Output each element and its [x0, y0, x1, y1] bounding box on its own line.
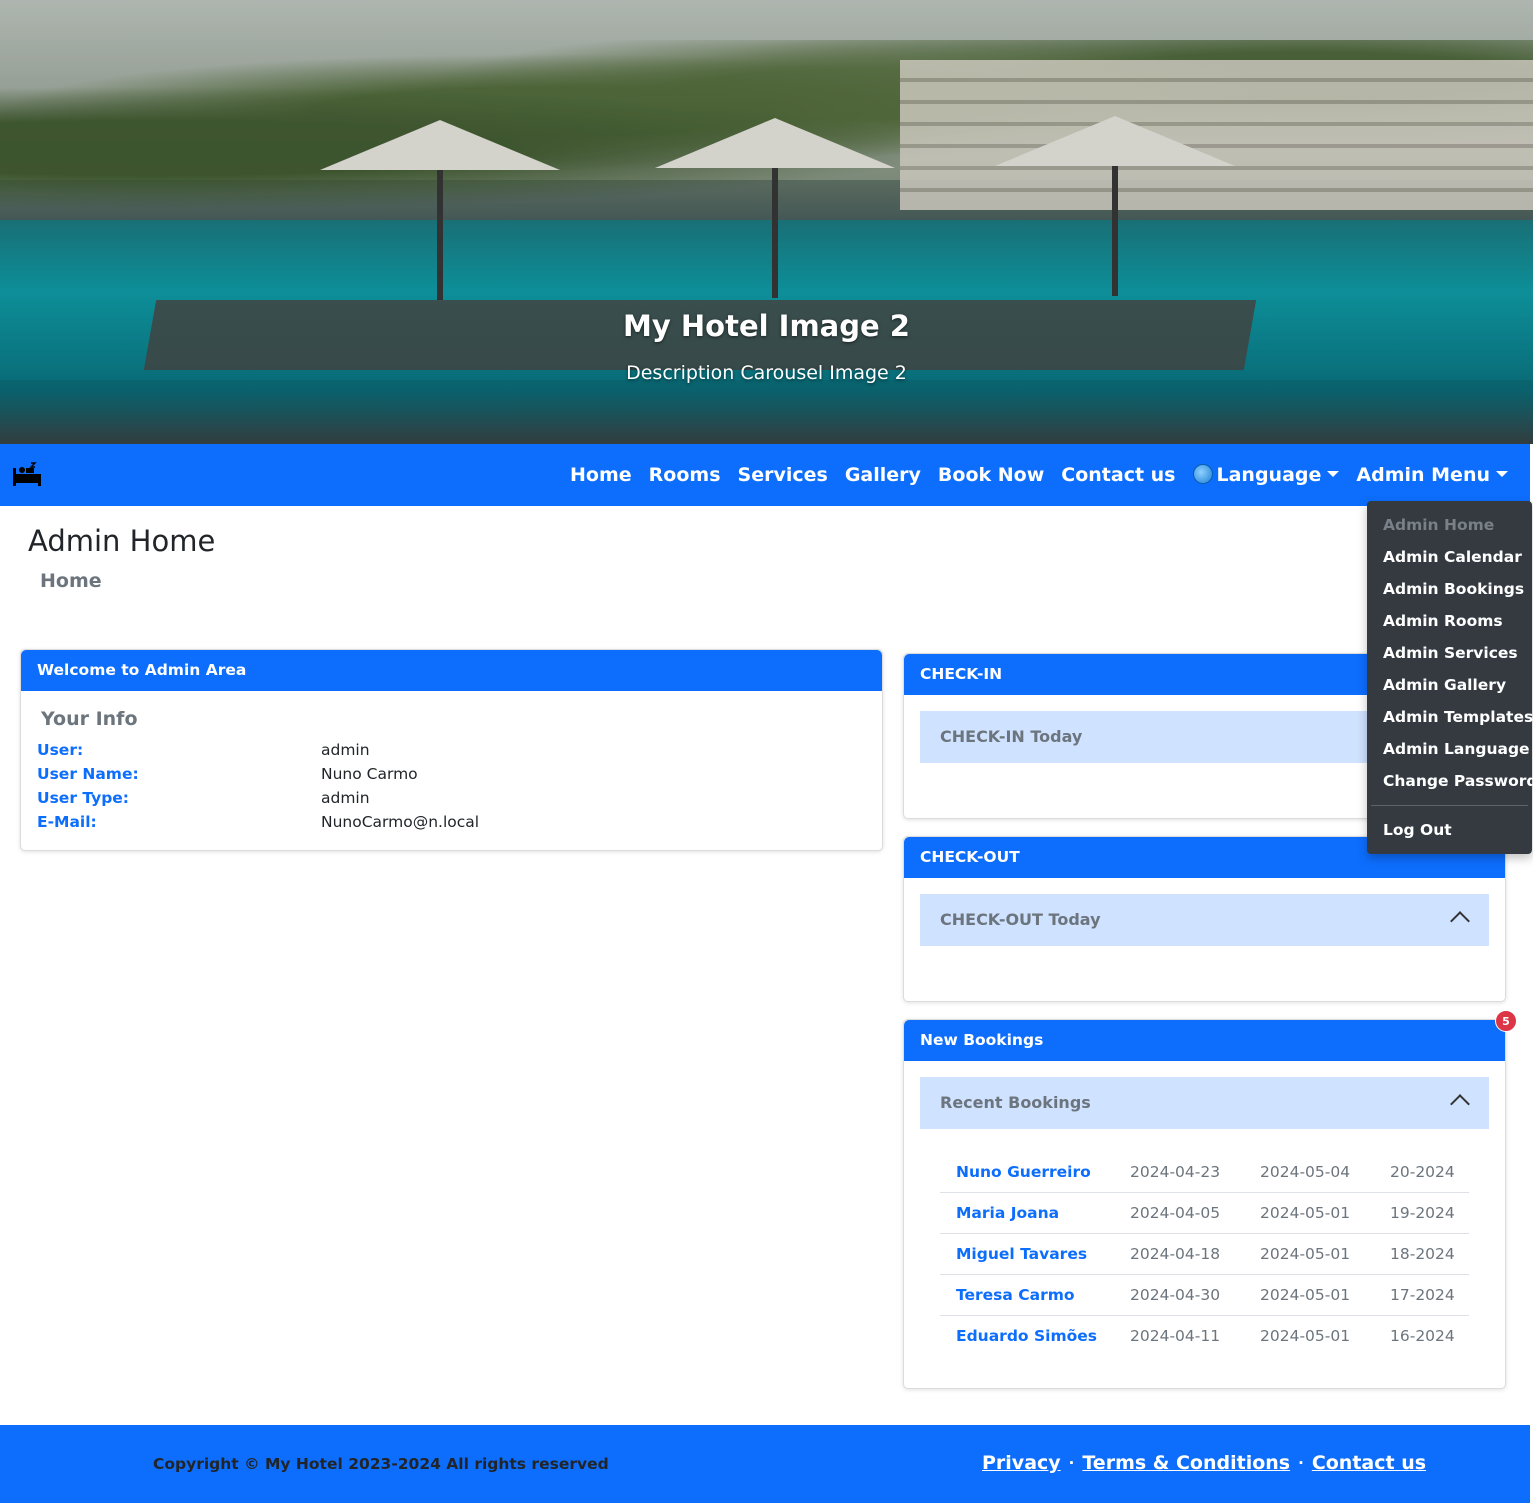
nav-rooms[interactable]: Rooms [649, 464, 721, 486]
booking-row: Eduardo Simões 2024-04-11 2024-05-01 16-… [940, 1316, 1469, 1357]
dropdown-item-admin-bookings[interactable]: Admin Bookings [1383, 580, 1524, 598]
booking-guest-name[interactable]: Eduardo Simões [956, 1327, 1097, 1345]
new-bookings-card: New Bookings 5 Recent Bookings Nuno Guer… [903, 1010, 1517, 1389]
checkout-today-accordion[interactable]: CHECK-OUT Today [920, 894, 1489, 946]
hero-carousel: My Hotel Image 2 Description Carousel Im… [0, 0, 1533, 444]
nav-gallery[interactable]: Gallery [845, 464, 921, 486]
booking-reference: 19-2024 [1390, 1204, 1455, 1222]
breadcrumb[interactable]: Home [40, 570, 102, 592]
admin-menu-toggle[interactable]: Admin Menu [1356, 464, 1508, 486]
footer-links: Privacy · Terms & Conditions · Contact u… [982, 1452, 1426, 1474]
dropdown-item-log-out[interactable]: Log Out [1383, 821, 1452, 839]
footer: Copyright © My Hotel 2023-2024 All right… [0, 1425, 1530, 1503]
info-label: E-Mail: [37, 813, 97, 831]
recent-bookings-list: Nuno Guerreiro 2024-04-23 2024-05-04 20-… [940, 1152, 1469, 1357]
footer-link-terms[interactable]: Terms & Conditions [1082, 1452, 1290, 1474]
booking-checkout-date: 2024-05-01 [1260, 1327, 1351, 1345]
chevron-up-icon [1450, 911, 1470, 931]
language-dropdown-toggle[interactable]: Language [1192, 464, 1340, 486]
chevron-down-icon [1327, 471, 1340, 477]
footer-link-privacy[interactable]: Privacy [982, 1452, 1061, 1474]
footer-separator: · [1068, 1454, 1075, 1472]
language-label: Language [1216, 464, 1322, 486]
admin-dropdown-menu: Admin Home Admin Calendar Admin Bookings… [1367, 501, 1533, 854]
booking-reference: 20-2024 [1390, 1163, 1455, 1181]
dropdown-item-admin-gallery[interactable]: Admin Gallery [1383, 676, 1506, 694]
booking-row: Teresa Carmo 2024-04-30 2024-05-01 17-20… [940, 1275, 1469, 1316]
info-value: admin [321, 789, 370, 807]
booking-row: Miguel Tavares 2024-04-18 2024-05-01 18-… [940, 1234, 1469, 1275]
info-value: NunoCarmo@n.local [321, 813, 480, 831]
dropdown-item-admin-calendar[interactable]: Admin Calendar [1383, 548, 1522, 566]
dropdown-item-admin-services[interactable]: Admin Services [1383, 644, 1518, 662]
booking-reference: 18-2024 [1390, 1245, 1455, 1263]
info-label: User Name: [37, 765, 139, 783]
welcome-card: Welcome to Admin Area Your Info User: ad… [20, 649, 883, 851]
new-bookings-count-badge: 5 [1495, 1010, 1517, 1032]
admin-menu-label: Admin Menu [1356, 464, 1490, 486]
accordion-label: CHECK-OUT Today [940, 910, 1101, 929]
booking-guest-name[interactable]: Miguel Tavares [956, 1245, 1087, 1263]
accordion-label: Recent Bookings [940, 1093, 1091, 1112]
accordion-label: CHECK-IN Today [940, 727, 1083, 746]
welcome-card-header: Welcome to Admin Area [21, 650, 882, 691]
chevron-down-icon [1496, 471, 1508, 477]
dropdown-item-admin-rooms[interactable]: Admin Rooms [1383, 612, 1503, 630]
booking-guest-name[interactable]: Teresa Carmo [956, 1286, 1075, 1304]
checkout-card: CHECK-OUT CHECK-OUT Today [903, 836, 1506, 1002]
dropdown-item-admin-templates[interactable]: Admin Templates [1383, 708, 1533, 726]
nav-services[interactable]: Services [738, 464, 828, 486]
dropdown-item-admin-language[interactable]: Admin Language [1383, 740, 1530, 758]
booking-row: Maria Joana 2024-04-05 2024-05-01 19-202… [940, 1193, 1469, 1234]
recent-bookings-accordion[interactable]: Recent Bookings [920, 1077, 1489, 1129]
info-label: User Type: [37, 789, 130, 807]
booking-checkin-date: 2024-04-23 [1130, 1163, 1221, 1181]
info-value: admin [321, 741, 370, 759]
nav-home[interactable]: Home [570, 464, 632, 486]
info-label: User: [37, 741, 84, 759]
globe-icon [1192, 464, 1213, 484]
booking-checkout-date: 2024-05-01 [1260, 1286, 1351, 1304]
nav-links: Home Rooms Services Gallery Book Now Con… [553, 444, 1508, 506]
booking-guest-name[interactable]: Nuno Guerreiro [956, 1163, 1091, 1181]
booking-checkout-date: 2024-05-04 [1260, 1163, 1351, 1181]
navbar: Home Rooms Services Gallery Book Now Con… [0, 444, 1530, 506]
info-value: Nuno Carmo [321, 765, 418, 783]
page-title: Admin Home [28, 524, 216, 558]
your-info-title: Your Info [41, 708, 138, 730]
nav-book-now[interactable]: Book Now [938, 464, 1044, 486]
booking-guest-name[interactable]: Maria Joana [956, 1204, 1059, 1222]
new-bookings-card-header: New Bookings [904, 1020, 1505, 1061]
hotel-bed-icon[interactable] [12, 462, 42, 488]
booking-checkout-date: 2024-05-01 [1260, 1245, 1351, 1263]
nav-contact-us[interactable]: Contact us [1061, 464, 1175, 486]
footer-link-contact-us[interactable]: Contact us [1312, 1452, 1426, 1474]
booking-checkin-date: 2024-04-30 [1130, 1286, 1221, 1304]
footer-separator: · [1298, 1454, 1304, 1472]
chevron-up-icon [1450, 1094, 1470, 1114]
booking-row: Nuno Guerreiro 2024-04-23 2024-05-04 20-… [940, 1152, 1469, 1193]
copyright-text: Copyright © My Hotel 2023-2024 All right… [153, 1455, 609, 1473]
booking-checkin-date: 2024-04-18 [1130, 1245, 1221, 1263]
carousel-title: My Hotel Image 2 [623, 309, 910, 343]
booking-reference: 16-2024 [1390, 1327, 1455, 1345]
dropdown-divider [1371, 805, 1528, 806]
booking-reference: 17-2024 [1390, 1286, 1455, 1304]
dropdown-item-admin-home[interactable]: Admin Home [1383, 516, 1494, 534]
dropdown-item-change-password[interactable]: Change Password [1383, 772, 1533, 790]
booking-checkin-date: 2024-04-05 [1130, 1204, 1221, 1222]
carousel-description: Description Carousel Image 2 [626, 362, 907, 384]
booking-checkin-date: 2024-04-11 [1130, 1327, 1221, 1345]
booking-checkout-date: 2024-05-01 [1260, 1204, 1351, 1222]
